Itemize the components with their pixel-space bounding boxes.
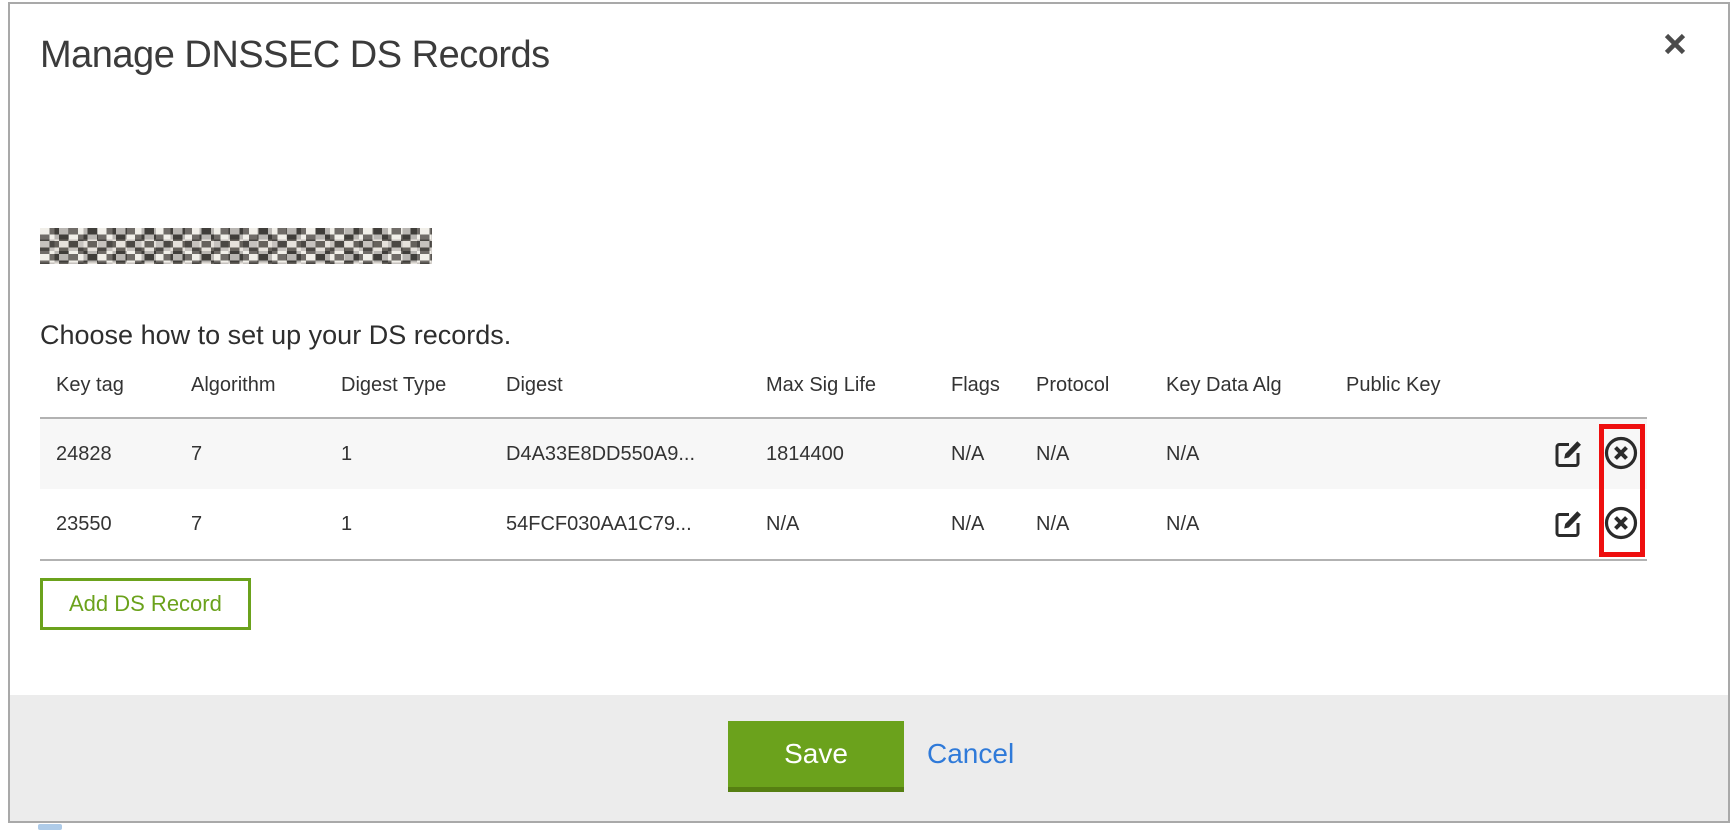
col-header-actions [1525, 368, 1647, 418]
col-header-max-sig-life: Max Sig Life [750, 368, 935, 418]
cell-flags: N/A [935, 418, 1020, 489]
dialog-title: Manage DNSSEC DS Records [40, 34, 550, 77]
close-button[interactable] [1658, 28, 1692, 62]
cell-key-data-alg: N/A [1150, 489, 1330, 560]
edit-record-button[interactable] [1550, 505, 1586, 544]
cell-max-sig-life: 1814400 [750, 418, 935, 489]
cell-digest: D4A33E8DD550A9... [490, 418, 750, 489]
cell-protocol: N/A [1020, 489, 1150, 560]
delete-icon [1601, 461, 1641, 476]
redacted-domain-name [40, 228, 432, 264]
col-header-public-key: Public Key [1330, 368, 1525, 418]
delete-record-button[interactable] [1601, 433, 1641, 476]
delete-record-button[interactable] [1601, 503, 1641, 546]
ds-records-table: Key tag Algorithm Digest Type Digest Max… [40, 368, 1647, 561]
cell-public-key [1330, 418, 1525, 489]
col-header-protocol: Protocol [1020, 368, 1150, 418]
cell-key-tag: 23550 [40, 489, 175, 560]
save-button[interactable]: Save [728, 721, 904, 792]
col-header-flags: Flags [935, 368, 1020, 418]
cell-digest-type: 1 [325, 418, 490, 489]
background-page-peek [38, 824, 62, 830]
edit-icon [1550, 459, 1586, 474]
edit-icon [1550, 529, 1586, 544]
close-icon [1660, 29, 1690, 62]
col-header-algorithm: Algorithm [175, 368, 325, 418]
edit-record-button[interactable] [1550, 435, 1586, 474]
table-row: 24828 7 1 D4A33E8DD550A9... 1814400 N/A … [40, 418, 1647, 489]
col-header-digest-type: Digest Type [325, 368, 490, 418]
cell-digest: 54FCF030AA1C79... [490, 489, 750, 560]
cell-algorithm: 7 [175, 489, 325, 560]
cell-flags: N/A [935, 489, 1020, 560]
cancel-link[interactable]: Cancel [927, 738, 1014, 770]
add-ds-record-button[interactable]: Add DS Record [40, 578, 251, 630]
instruction-text: Choose how to set up your DS records. [40, 320, 511, 351]
col-header-key-data-alg: Key Data Alg [1150, 368, 1330, 418]
cell-algorithm: 7 [175, 418, 325, 489]
cell-actions [1525, 418, 1647, 489]
dialog-footer: Save Cancel [10, 695, 1728, 821]
col-header-digest: Digest [490, 368, 750, 418]
table-row: 23550 7 1 54FCF030AA1C79... N/A N/A N/A … [40, 489, 1647, 560]
cell-public-key [1330, 489, 1525, 560]
cell-protocol: N/A [1020, 418, 1150, 489]
delete-icon [1601, 531, 1641, 546]
table-header-row: Key tag Algorithm Digest Type Digest Max… [40, 368, 1647, 418]
cell-digest-type: 1 [325, 489, 490, 560]
manage-dnssec-dialog: Manage DNSSEC DS Records Choose how to s… [8, 2, 1730, 823]
cell-actions [1525, 489, 1647, 560]
cell-max-sig-life: N/A [750, 489, 935, 560]
cell-key-data-alg: N/A [1150, 418, 1330, 489]
col-header-key-tag: Key tag [40, 368, 175, 418]
cell-key-tag: 24828 [40, 418, 175, 489]
